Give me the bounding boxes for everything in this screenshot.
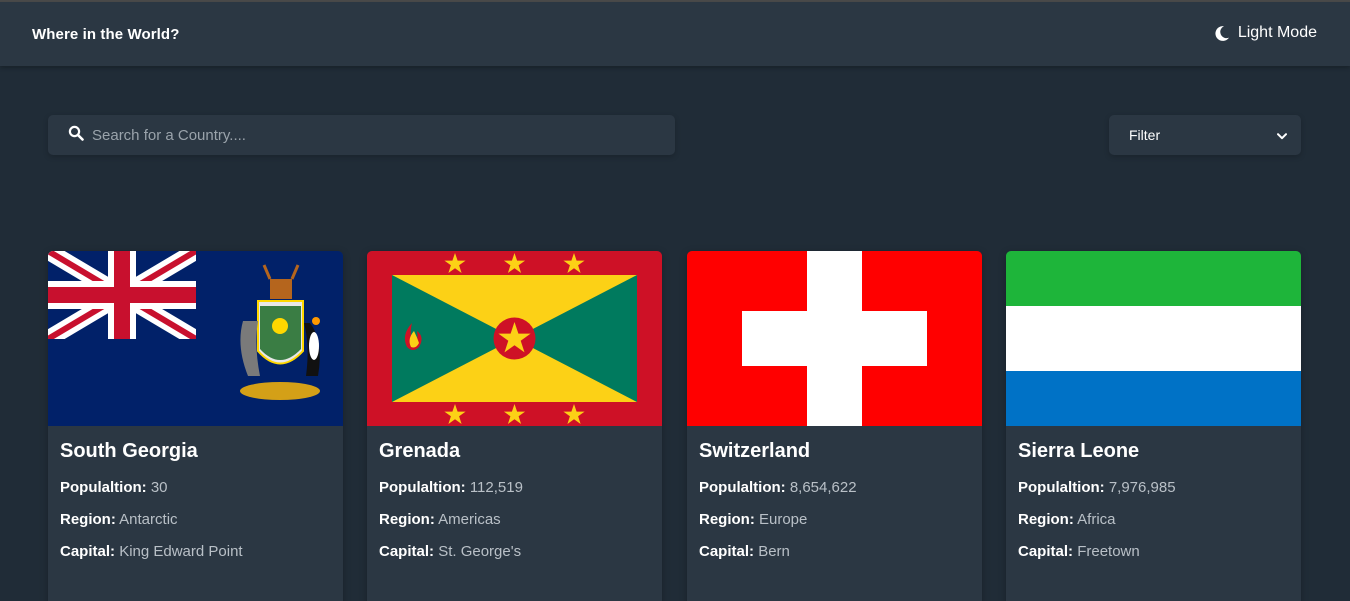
sierra-leone-flag	[1006, 251, 1301, 426]
search-icon	[68, 125, 84, 146]
region-value: Americas	[438, 511, 501, 528]
region-label: Region:	[379, 511, 435, 528]
chevron-down-icon	[1277, 127, 1287, 143]
population-value: 30	[150, 479, 168, 496]
region-label: Region:	[1018, 511, 1074, 528]
population-value: 112,519	[469, 479, 523, 496]
population-label: Populaltion:	[699, 479, 786, 496]
country-name: South Georgia	[60, 440, 198, 462]
region-value: Africa	[1077, 511, 1116, 528]
region-row: Region: Antarctic	[60, 511, 331, 529]
app-header: Where in the World? Light Mode	[0, 2, 1350, 66]
capital-label: Capital:	[60, 543, 116, 560]
south-georgia-flag	[48, 251, 343, 426]
capital-value: Bern	[758, 543, 790, 560]
capital-value: Freetown	[1077, 543, 1140, 560]
region-row: Region: Americas	[379, 511, 650, 529]
theme-toggle-label: Light Mode	[1237, 24, 1317, 41]
country-name: Grenada	[379, 440, 461, 462]
country-name: Switzerland	[699, 440, 811, 462]
region-row: Region: Europe	[699, 511, 970, 529]
search-input[interactable]	[92, 126, 632, 144]
population-value: 8,654,622	[789, 479, 857, 496]
population-label: Populaltion:	[1018, 479, 1105, 496]
country-card[interactable]: Grenada Populaltion: 112,519 Region: Ame…	[367, 251, 662, 601]
capital-row: Capital: King Edward Point	[60, 543, 331, 561]
capital-row: Capital: St. George's	[379, 543, 650, 561]
country-card[interactable]: Sierra Leone Populaltion: 7,976,985 Regi…	[1006, 251, 1301, 601]
region-row: Region: Africa	[1018, 511, 1289, 529]
population-row: Populaltion: 8,654,622	[699, 479, 970, 497]
capital-label: Capital:	[379, 543, 435, 560]
theme-toggle-button[interactable]: Light Mode	[1214, 24, 1317, 42]
capital-row: Capital: Bern	[699, 543, 970, 561]
capital-row: Capital: Freetown	[1018, 543, 1289, 561]
population-row: Populaltion: 30	[60, 479, 331, 497]
filter-label: Filter	[1129, 127, 1161, 143]
population-row: Populaltion: 7,976,985	[1018, 479, 1289, 497]
capital-value: St. George's	[438, 543, 522, 560]
capital-label: Capital:	[699, 543, 755, 560]
region-value: Europe	[759, 511, 808, 528]
region-filter-select[interactable]: Filter	[1109, 115, 1301, 155]
capital-label: Capital:	[1018, 543, 1074, 560]
moon-icon	[1214, 25, 1230, 42]
switzerland-flag	[687, 251, 982, 426]
grenada-flag	[367, 251, 662, 426]
population-label: Populaltion:	[379, 479, 466, 496]
population-label: Populaltion:	[60, 479, 147, 496]
app-title: Where in the World?	[32, 26, 180, 43]
region-label: Region:	[60, 511, 116, 528]
search-bar	[48, 115, 675, 155]
country-name: Sierra Leone	[1018, 440, 1140, 462]
capital-value: King Edward Point	[119, 543, 243, 560]
country-card[interactable]: Switzerland Populaltion: 8,654,622 Regio…	[687, 251, 982, 601]
population-value: 7,976,985	[1108, 479, 1176, 496]
population-row: Populaltion: 112,519	[379, 479, 650, 497]
region-value: Antarctic	[119, 511, 178, 528]
region-label: Region:	[699, 511, 755, 528]
country-card[interactable]: South Georgia Populaltion: 30 Region: An…	[48, 251, 343, 601]
